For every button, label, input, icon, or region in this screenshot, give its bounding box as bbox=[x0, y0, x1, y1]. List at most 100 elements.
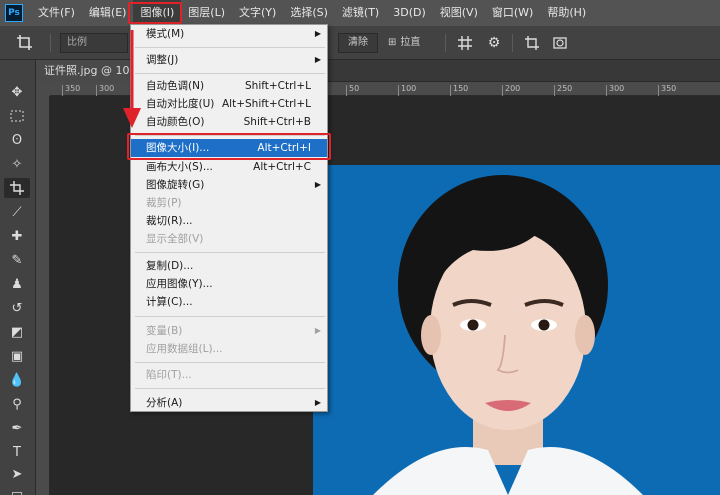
menu-bar: Ps 文件(F) 编辑(E) 图像(I) 图层(L) 文字(Y) 选择(S) 滤… bbox=[0, 0, 720, 26]
gradient-icon[interactable]: ▣ bbox=[4, 346, 30, 366]
crop-tool-icon[interactable] bbox=[4, 178, 30, 198]
move-icon[interactable]: ✥ bbox=[4, 82, 30, 102]
submenu-arrow-icon: ▶ bbox=[314, 398, 321, 407]
menu-3d[interactable]: 3D(D) bbox=[386, 0, 433, 26]
submenu-arrow-icon: ▶ bbox=[314, 180, 321, 189]
menu-separator bbox=[135, 47, 325, 48]
ratio-select[interactable]: 比例 bbox=[60, 33, 128, 53]
menu-item-label: 复制(D)... bbox=[146, 260, 194, 272]
menu-item-trap[interactable]: 陷印(T)... bbox=[131, 366, 327, 384]
menu-item-label: 计算(C)... bbox=[146, 296, 193, 308]
divider bbox=[50, 34, 51, 52]
ruler-tick: 100 bbox=[398, 85, 416, 96]
magic-wand-icon[interactable]: ✧ bbox=[4, 154, 30, 174]
ruler-tick: 150 bbox=[450, 85, 468, 96]
menu-item-label: 画布大小(S)... bbox=[146, 161, 213, 173]
menu-item-canvas-size[interactable]: 画布大小(S)... Alt+Ctrl+C bbox=[131, 158, 327, 176]
marquee-icon[interactable] bbox=[4, 106, 30, 126]
menu-item-auto-contrast[interactable]: 自动对比度(U) Alt+Shift+Ctrl+L bbox=[131, 95, 327, 113]
menu-item-analysis[interactable]: 分析(A) ▶ bbox=[131, 394, 327, 412]
image-menu-dropdown: 模式(M) ▶ 调整(J) ▶ 自动色调(N) Shift+Ctrl+L 自动对… bbox=[130, 24, 328, 412]
healing-brush-icon[interactable]: ✚ bbox=[4, 226, 30, 246]
menu-layer[interactable]: 图层(L) bbox=[181, 0, 232, 26]
rectangle-shape-icon[interactable]: ▭ bbox=[4, 484, 30, 495]
menu-item-label: 自动颜色(O) bbox=[146, 116, 205, 128]
content-aware-icon[interactable] bbox=[550, 33, 570, 53]
menu-item-label: 模式(M) bbox=[146, 28, 185, 40]
ruler-tick: 200 bbox=[502, 85, 520, 96]
menu-item-label: 裁切(R)... bbox=[146, 215, 193, 227]
menu-separator bbox=[135, 316, 325, 317]
eraser-icon[interactable]: ◩ bbox=[4, 322, 30, 342]
gear-icon[interactable]: ⚙ bbox=[484, 33, 504, 53]
menu-item-apply-data-set[interactable]: 应用数据组(L)... bbox=[131, 340, 327, 358]
ruler-tick: 250 bbox=[554, 85, 572, 96]
menu-item-reveal-all[interactable]: 显示全部(V) bbox=[131, 230, 327, 248]
menu-item-label: 应用数据组(L)... bbox=[146, 343, 223, 355]
delete-cropped-icon[interactable] bbox=[522, 33, 542, 53]
menu-item-calculations[interactable]: 计算(C)... bbox=[131, 293, 327, 311]
menu-item-label: 自动色调(N) bbox=[146, 80, 205, 92]
menu-item-apply-image[interactable]: 应用图像(Y)... bbox=[131, 275, 327, 293]
menu-type[interactable]: 文字(Y) bbox=[232, 0, 283, 26]
lasso-icon[interactable]: ʘ bbox=[4, 130, 30, 150]
menu-filter[interactable]: 滤镜(T) bbox=[335, 0, 386, 26]
ruler-tick: 300 bbox=[96, 85, 114, 96]
type-icon[interactable]: T bbox=[4, 442, 30, 462]
ruler-tick: 300 bbox=[606, 85, 624, 96]
menu-item-mode[interactable]: 模式(M) ▶ bbox=[131, 25, 327, 43]
menu-item-label: 图像旋转(G) bbox=[146, 179, 205, 191]
menu-separator bbox=[135, 388, 325, 389]
menu-item-variables[interactable]: 变量(B) ▶ bbox=[131, 322, 327, 340]
ruler-tick: 50 bbox=[346, 85, 359, 96]
ruler-tick: 350 bbox=[62, 85, 80, 96]
menu-item-shortcut: Alt+Shift+Ctrl+L bbox=[221, 98, 311, 110]
submenu-arrow-icon: ▶ bbox=[314, 55, 321, 64]
tools-panel: ✥ ʘ ✧ ⟋ ✚ ✎ ♟ ↺ ◩ ▣ 💧 ⚲ ✒ T ➤ ▭ bbox=[0, 60, 36, 495]
menu-item-adjustments[interactable]: 调整(J) ▶ bbox=[131, 51, 327, 69]
menu-item-label: 变量(B) bbox=[146, 325, 183, 337]
submenu-arrow-icon: ▶ bbox=[314, 326, 321, 335]
menu-item-label: 调整(J) bbox=[146, 54, 179, 66]
menu-file[interactable]: 文件(F) bbox=[31, 0, 82, 26]
clone-stamp-icon[interactable]: ♟ bbox=[4, 274, 30, 294]
menu-window[interactable]: 窗口(W) bbox=[485, 0, 540, 26]
crop-icon[interactable] bbox=[15, 34, 37, 52]
menu-help[interactable]: 帮助(H) bbox=[540, 0, 593, 26]
ruler-vertical bbox=[36, 82, 50, 495]
eyedropper-icon[interactable]: ⟋ bbox=[4, 202, 30, 222]
path-select-icon[interactable]: ➤ bbox=[4, 464, 30, 484]
menu-item-label: 显示全部(V) bbox=[146, 233, 204, 245]
menu-item-auto-tone[interactable]: 自动色调(N) Shift+Ctrl+L bbox=[131, 77, 327, 95]
straighten-button[interactable]: ⊞ 拉直 bbox=[388, 34, 420, 52]
divider bbox=[512, 34, 513, 52]
document-tab[interactable]: 证件照.jpg @ 100 bbox=[36, 60, 136, 82]
menu-item-trim[interactable]: 裁切(R)... bbox=[131, 212, 327, 230]
menu-item-shortcut: Shift+Ctrl+L bbox=[245, 80, 311, 92]
menu-separator bbox=[135, 73, 325, 74]
grid-overlay-icon[interactable] bbox=[455, 33, 475, 53]
menu-separator bbox=[135, 362, 325, 363]
brush-icon[interactable]: ✎ bbox=[4, 250, 30, 270]
options-bar: 比例 清除 ⊞ 拉直 ⚙ bbox=[0, 26, 720, 60]
menu-select[interactable]: 选择(S) bbox=[283, 0, 335, 26]
menu-item-label: 自动对比度(U) bbox=[146, 98, 215, 110]
menu-item-image-rotation[interactable]: 图像旋转(G) ▶ bbox=[131, 176, 327, 194]
divider bbox=[445, 34, 446, 52]
straighten-icon: ⊞ bbox=[388, 37, 397, 48]
submenu-arrow-icon: ▶ bbox=[314, 29, 321, 38]
ruler-corner bbox=[36, 82, 50, 96]
clear-button[interactable]: 清除 bbox=[338, 33, 378, 53]
pen-icon[interactable]: ✒ bbox=[4, 418, 30, 438]
menu-item-auto-color[interactable]: 自动颜色(O) Shift+Ctrl+B bbox=[131, 113, 327, 131]
blur-icon[interactable]: 💧 bbox=[4, 370, 30, 390]
menu-view[interactable]: 视图(V) bbox=[433, 0, 485, 26]
history-brush-icon[interactable]: ↺ bbox=[4, 298, 30, 318]
dodge-icon[interactable]: ⚲ bbox=[4, 394, 30, 414]
menu-item-label: 分析(A) bbox=[146, 397, 183, 409]
menu-item-crop[interactable]: 裁剪(P) bbox=[131, 194, 327, 212]
menu-separator bbox=[135, 252, 325, 253]
id-photo[interactable] bbox=[313, 165, 720, 495]
menu-edit[interactable]: 编辑(E) bbox=[82, 0, 134, 26]
menu-item-duplicate[interactable]: 复制(D)... bbox=[131, 257, 327, 275]
